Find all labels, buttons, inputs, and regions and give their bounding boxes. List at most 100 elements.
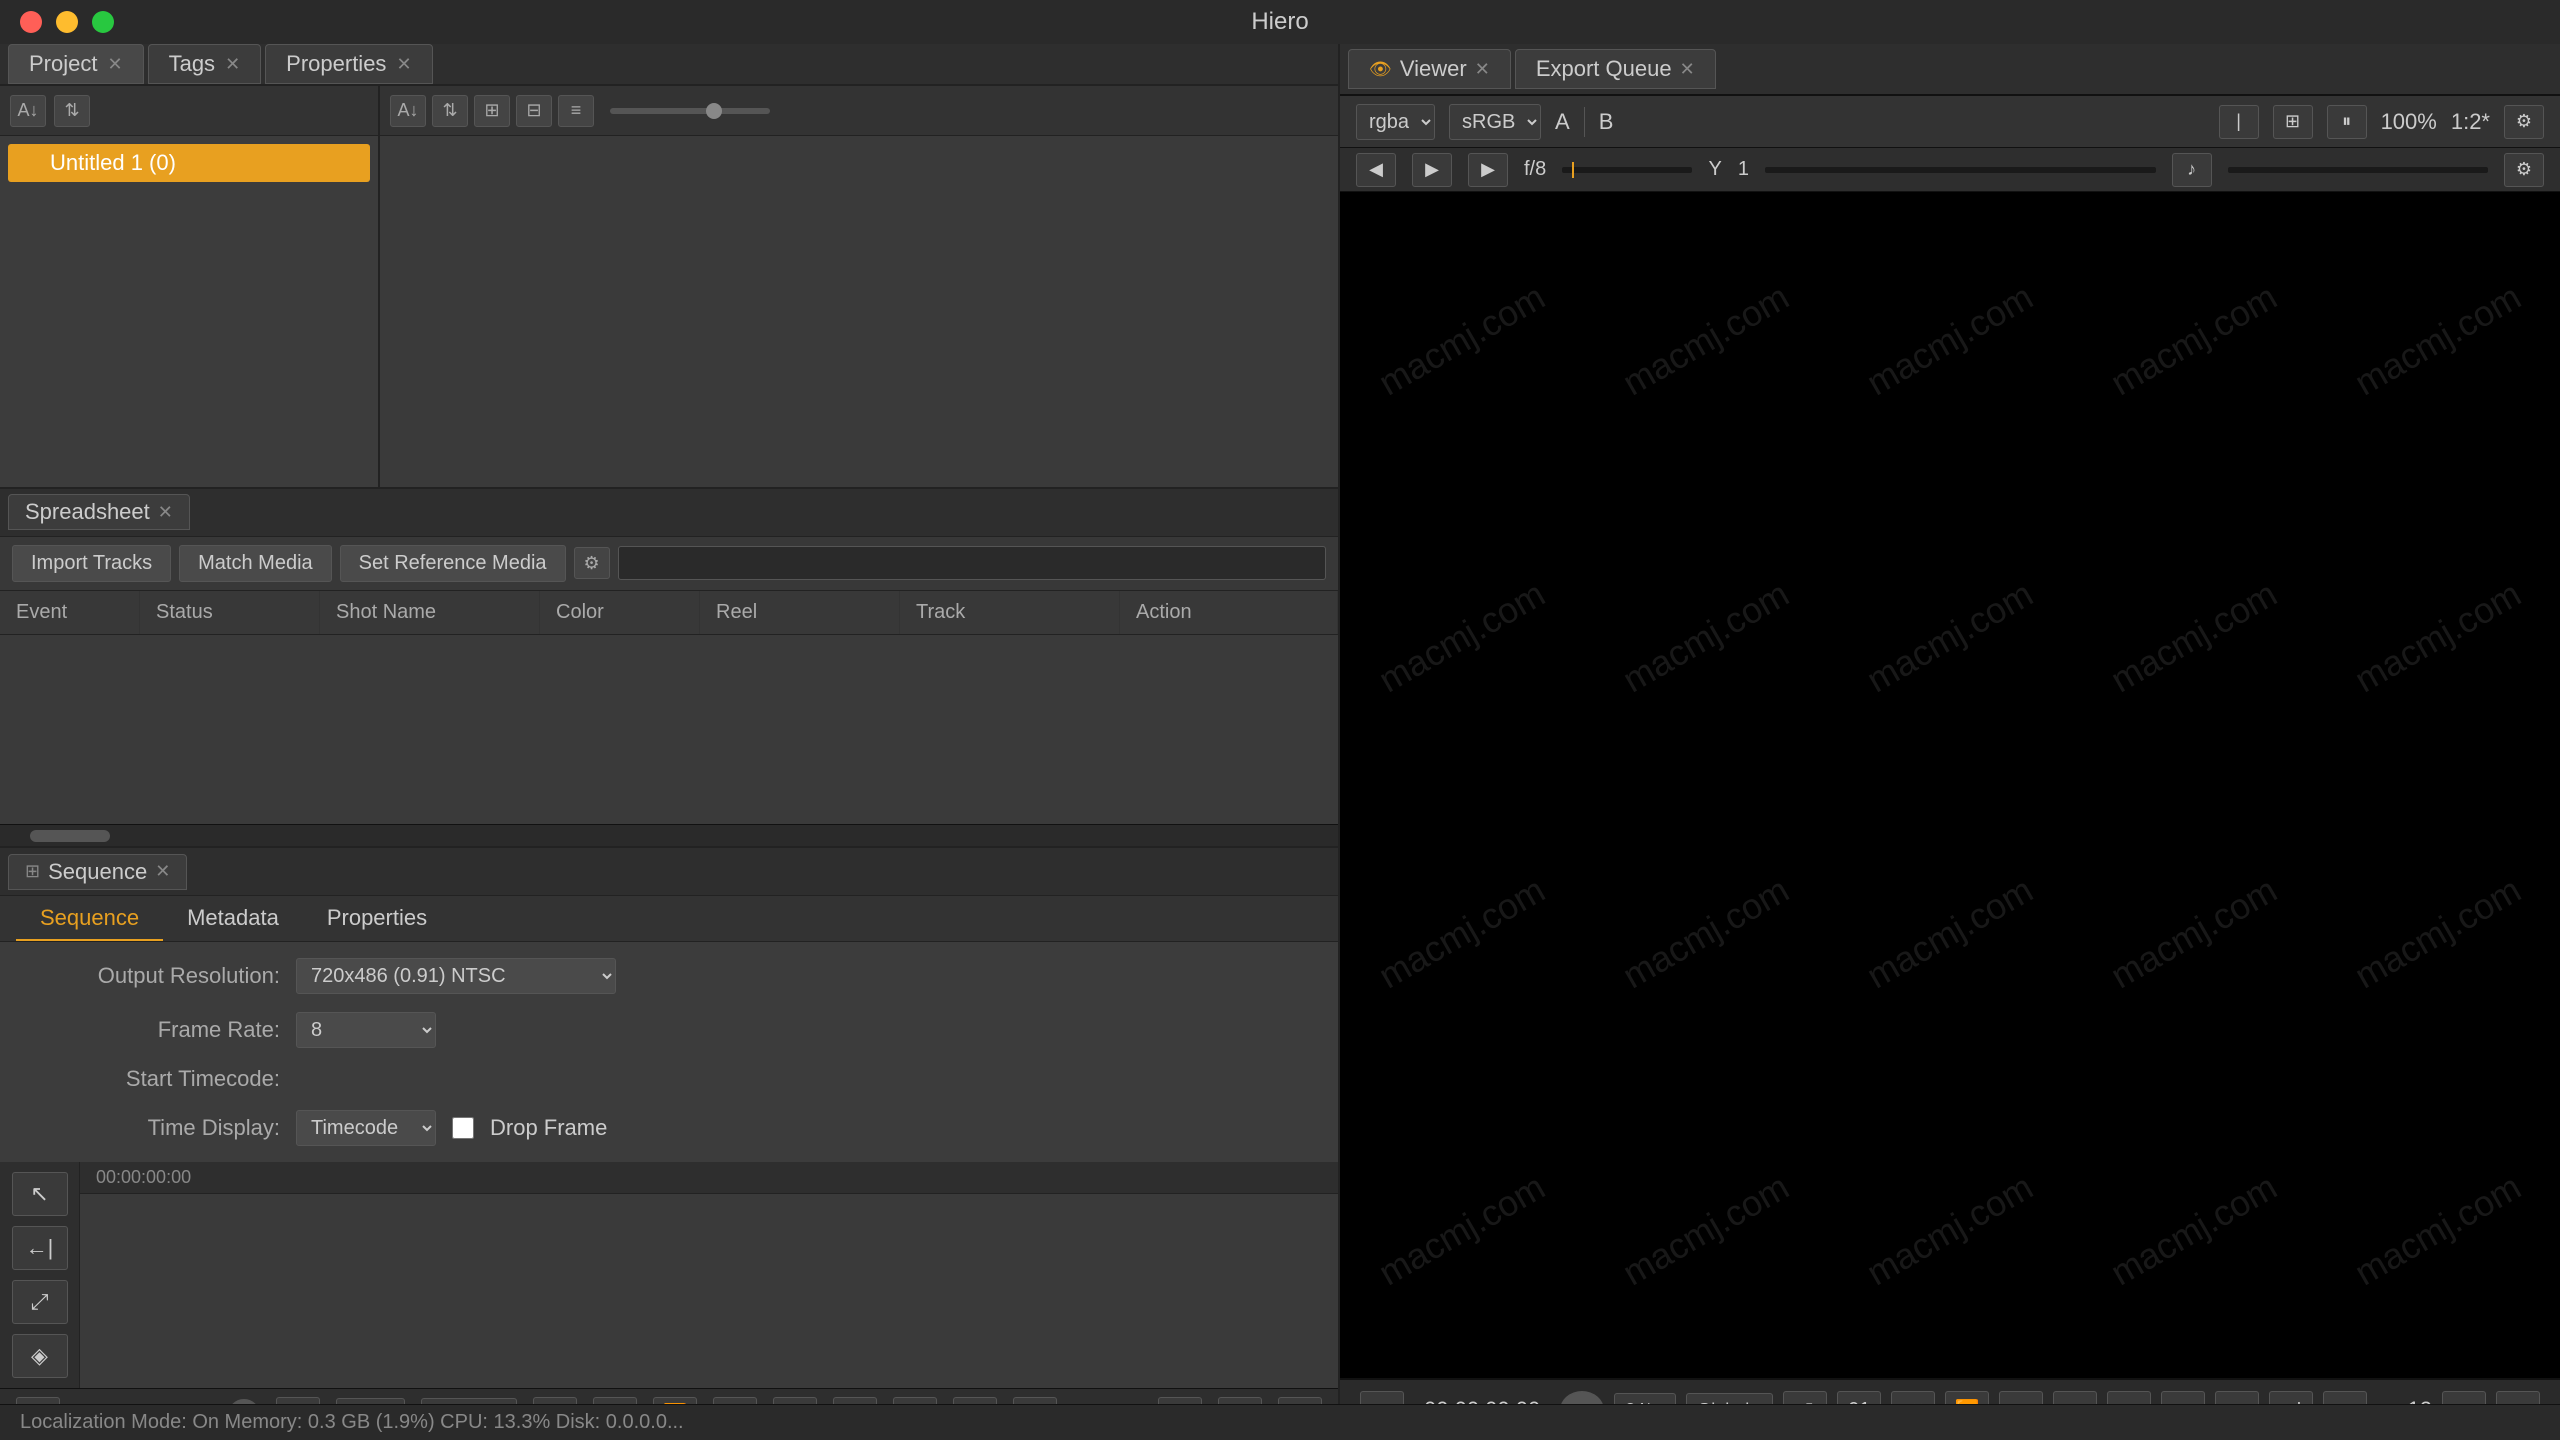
playhead-play-btn[interactable]: ▶ <box>1412 153 1452 187</box>
viewer-canvas: macmj.com macmj.com macmj.com macmj.com … <box>1340 192 2560 1378</box>
playhead-next-btn[interactable]: ▶ <box>1468 153 1508 187</box>
seq-tab-label: Sequence <box>48 859 147 885</box>
sort-az-right-button[interactable]: A↓ <box>390 95 426 127</box>
spreadsheet-tab[interactable]: Spreadsheet ✕ <box>8 494 190 530</box>
playhead-timeline2[interactable] <box>1765 167 2156 173</box>
tab-tags[interactable]: Tags ✕ <box>148 44 262 84</box>
watermark-20: macmj.com <box>2258 1040 2560 1378</box>
color-mode-select[interactable]: rgba <box>1356 104 1435 140</box>
time-display-row: Time Display: Timecode Drop Frame <box>20 1110 1318 1146</box>
compare-btn[interactable]: ⊞ <box>2273 105 2313 139</box>
export-queue-tab[interactable]: Export Queue ✕ <box>1515 49 1716 89</box>
playhead-vol-btn[interactable]: ♪ <box>2172 153 2212 187</box>
zoom-slider[interactable] <box>610 108 770 114</box>
seq-properties: Output Resolution: 720x486 (0.91) NTSC F… <box>0 942 1338 1162</box>
viewer-tab-close[interactable]: ✕ <box>1475 59 1490 80</box>
tab-project[interactable]: Project ✕ <box>8 44 144 84</box>
pause-btn[interactable]: ⏸ <box>2327 105 2367 139</box>
set-reference-media-button[interactable]: Set Reference Media <box>340 545 566 582</box>
watermark-16: macmj.com <box>1340 1040 1642 1378</box>
minimize-button[interactable] <box>56 11 78 33</box>
maximize-button[interactable] <box>92 11 114 33</box>
sort-az-button[interactable]: A↓ <box>10 95 46 127</box>
sort-toggle-right-button[interactable]: ⇅ <box>432 95 468 127</box>
cursor-tool-button[interactable]: ↖ <box>12 1172 68 1216</box>
viewer-settings-btn[interactable]: ⚙ <box>2504 105 2544 139</box>
sort-az-icon: A↓ <box>17 100 38 121</box>
left-panel: Project ✕ Tags ✕ Properties ✕ A↓ <box>0 44 1340 1440</box>
properties-tab-close[interactable]: ✕ <box>396 54 411 75</box>
close-button[interactable] <box>20 11 42 33</box>
mark-button[interactable]: ◈ <box>12 1334 68 1378</box>
timeline-ruler: 00:00:00:00 <box>80 1162 1338 1194</box>
colorspace-select[interactable]: sRGB <box>1449 104 1541 140</box>
drop-frame-checkbox[interactable] <box>452 1117 474 1139</box>
window-controls[interactable] <box>20 11 114 33</box>
bin-item-untitled[interactable]: Untitled 1 (0) <box>8 144 370 182</box>
playhead-prev-btn[interactable]: ◀ <box>1356 153 1396 187</box>
playhead-y-label: Y <box>1708 158 1721 181</box>
tags-tab-close[interactable]: ✕ <box>225 54 240 75</box>
watermark-7: macmj.com <box>1526 447 1886 826</box>
watermark-14: macmj.com <box>2014 744 2374 1123</box>
viewer-tab[interactable]: 👁 Viewer ✕ <box>1348 49 1511 89</box>
spreadsheet-tabbar: Spreadsheet ✕ <box>0 489 1338 537</box>
import-tracks-button[interactable]: Import Tracks <box>12 545 171 582</box>
tags-tab-label: Tags <box>169 51 215 77</box>
watermark-10: macmj.com <box>2258 447 2560 826</box>
time-display-select[interactable]: Timecode <box>296 1110 436 1146</box>
watermark-5: macmj.com <box>2258 192 2560 530</box>
watermark-17: macmj.com <box>1526 1040 1886 1378</box>
spreadsheet-tab-close[interactable]: ✕ <box>158 502 173 523</box>
sort-toggle-button[interactable]: ⇅ <box>54 95 90 127</box>
watermark-8: macmj.com <box>1770 447 2130 826</box>
output-resolution-row: Output Resolution: 720x486 (0.91) NTSC <box>20 958 1318 994</box>
viewer-playhead-bar: ◀ ▶ ▶ f/8 Y 1 ♪ ⚙ <box>1340 148 2560 192</box>
bin-right: A↓ ⇅ ⊞ ⊟ ≡ <box>380 86 1338 487</box>
watermark-18: macmj.com <box>1770 1040 2130 1378</box>
seq-sub-tabs: Sequence Metadata Properties <box>0 896 1338 942</box>
playhead-timeline[interactable] <box>1562 167 1692 173</box>
seq-timeline-content: 00:00:00:00 <box>80 1162 1338 1388</box>
spreadsheet-panel: Spreadsheet ✕ Import Tracks Match Media … <box>0 489 1338 848</box>
output-resolution-select[interactable]: 720x486 (0.91) NTSC <box>296 958 616 994</box>
watermark-6: macmj.com <box>1340 447 1642 826</box>
zoom-slider-thumb[interactable] <box>706 103 722 119</box>
seq-subtab-properties[interactable]: Properties <box>303 897 451 941</box>
in-point-button[interactable]: ←| <box>12 1226 68 1270</box>
match-media-button[interactable]: Match Media <box>179 545 332 582</box>
seq-subtab-metadata[interactable]: Metadata <box>163 897 303 941</box>
ss-hscrollbar[interactable] <box>0 824 1338 846</box>
ss-hscrollbar-thumb[interactable] <box>30 830 110 842</box>
watermark-4: macmj.com <box>2014 192 2374 530</box>
list-view-button[interactable]: ≡ <box>558 95 594 127</box>
playhead-settings-btn[interactable]: ⚙ <box>2504 153 2544 187</box>
status-text: Localization Mode: On Memory: 0.3 GB (1.… <box>20 1411 684 1434</box>
col-action: Action <box>1120 591 1338 634</box>
output-resolution-label: Output Resolution: <box>20 963 280 989</box>
seq-subtab-sequence[interactable]: Sequence <box>16 897 163 941</box>
project-tab-close[interactable]: ✕ <box>107 54 122 75</box>
col-event: Event <box>0 591 140 634</box>
playhead-timeline3[interactable] <box>2228 167 2488 173</box>
bin-right-toolbar: A↓ ⇅ ⊞ ⊟ ≡ <box>380 86 1338 136</box>
watermark-3: macmj.com <box>1770 192 2130 530</box>
wipe-btn[interactable]: | <box>2219 105 2259 139</box>
ss-search-input[interactable] <box>618 546 1326 580</box>
spreadsheet-tab-label: Spreadsheet <box>25 499 150 525</box>
seq-tab[interactable]: ⊞ Sequence ✕ <box>8 854 187 890</box>
playhead-fps: f/8 <box>1524 158 1546 181</box>
seq-tool-strip: ↖ ←| ⤢ ◈ <box>0 1162 80 1388</box>
table-view-button[interactable]: ⊟ <box>516 95 552 127</box>
ss-settings-button[interactable]: ⚙ <box>574 547 610 579</box>
export-queue-tab-close[interactable]: ✕ <box>1680 59 1695 80</box>
watermark-19: macmj.com <box>2014 1040 2374 1378</box>
frame-rate-select[interactable]: 8 <box>296 1012 436 1048</box>
grid-view-button[interactable]: ⊞ <box>474 95 510 127</box>
watermark-15: macmj.com <box>2258 744 2560 1123</box>
seq-tab-close[interactable]: ✕ <box>155 861 170 882</box>
tab-properties[interactable]: Properties ✕ <box>265 44 432 84</box>
drop-frame-label: Drop Frame <box>490 1115 607 1141</box>
out-point-button[interactable]: ⤢ <box>12 1280 68 1324</box>
watermark-9: macmj.com <box>2014 447 2374 826</box>
